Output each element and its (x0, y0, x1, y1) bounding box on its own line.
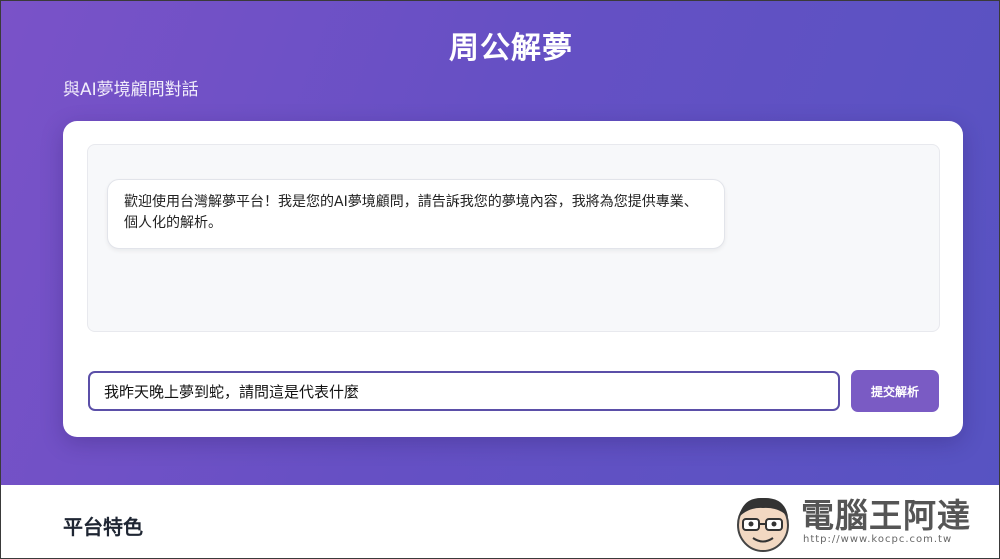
bot-message: 歡迎使用台灣解夢平台！我是您的AI夢境顧問，請告訴我您的夢境內容，我將為您提供專… (107, 179, 725, 249)
chat-messages-panel[interactable]: 歡迎使用台灣解夢平台！我是您的AI夢境顧問，請告訴我您的夢境內容，我將為您提供專… (87, 144, 940, 332)
mascot-face-icon (737, 497, 789, 552)
watermark-url: http://www.kocpc.com.tw (803, 534, 953, 545)
page-title: 周公解夢 (449, 31, 573, 66)
features-heading: 平台特色 (63, 515, 143, 539)
watermark-brand: 電腦王阿達 (801, 496, 971, 535)
site-watermark: 電腦王阿達 http://www.kocpc.com.tw (731, 487, 993, 555)
page-subtitle: 與AI夢境顧問對話 (63, 80, 199, 100)
submit-analysis-button[interactable]: 提交解析 (851, 370, 939, 412)
hero-section: 周公解夢 與AI夢境顧問對話 歡迎使用台灣解夢平台！我是您的AI夢境顧問，請告訴… (1, 1, 999, 485)
browser-viewport: 周公解夢 與AI夢境顧問對話 歡迎使用台灣解夢平台！我是您的AI夢境顧問，請告訴… (0, 0, 1000, 559)
dream-input[interactable] (88, 371, 840, 411)
chat-card: 歡迎使用台灣解夢平台！我是您的AI夢境顧問，請告訴我您的夢境內容，我將為您提供專… (63, 121, 963, 437)
